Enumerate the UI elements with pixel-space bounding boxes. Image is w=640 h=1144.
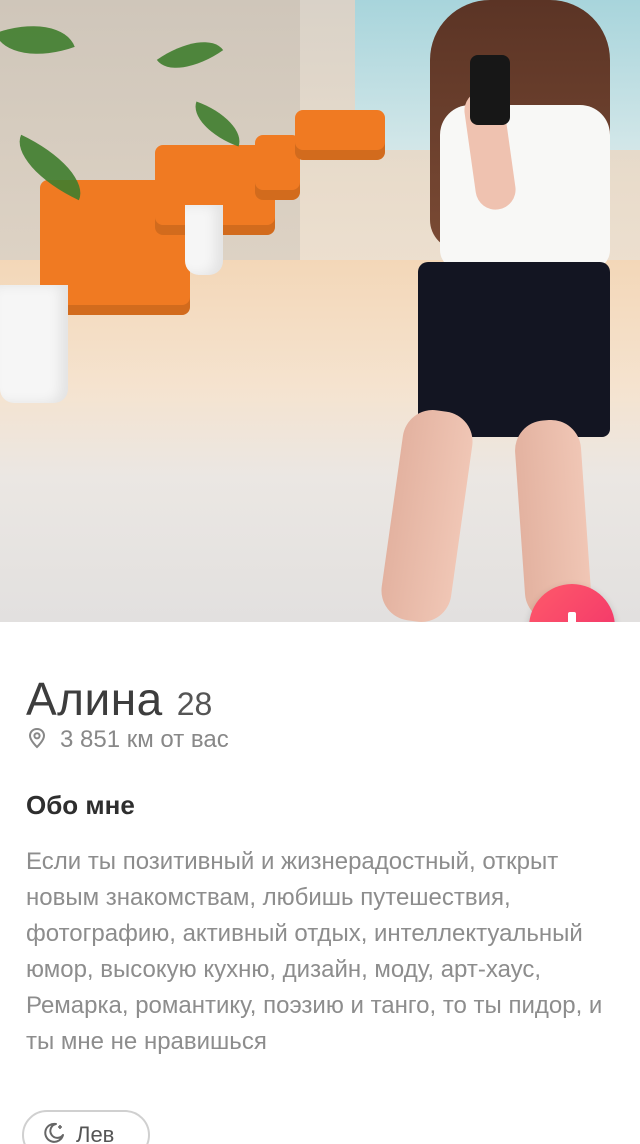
profile-age: 28 [176, 686, 213, 722]
zodiac-label: Лев [76, 1122, 115, 1144]
photo-plant-pot [185, 205, 223, 275]
profile-photo[interactable] [0, 0, 640, 622]
moon-icon [42, 1121, 66, 1144]
zodiac-chip[interactable]: Лев [22, 1110, 150, 1144]
photo-armchair [255, 135, 300, 200]
name-row: Алина 28 [26, 672, 212, 726]
about-text: Если ты позитивный и жизнерадостный, отк… [26, 848, 603, 1055]
profile-card: Алина 28 3 851 км от вас Обо мне Если ты… [0, 622, 640, 1144]
photo-plant-pot [0, 285, 68, 403]
photo-armchair [295, 110, 385, 160]
location-pin-icon [28, 727, 46, 754]
distance-text: 3 851 км от вас [60, 726, 229, 753]
about-title: Обо мне [26, 790, 135, 820]
photo-phone [470, 55, 510, 125]
profile-name: Алина [26, 673, 163, 725]
distance-row: 3 851 км от вас [28, 726, 229, 754]
photo-person-top [440, 105, 610, 270]
